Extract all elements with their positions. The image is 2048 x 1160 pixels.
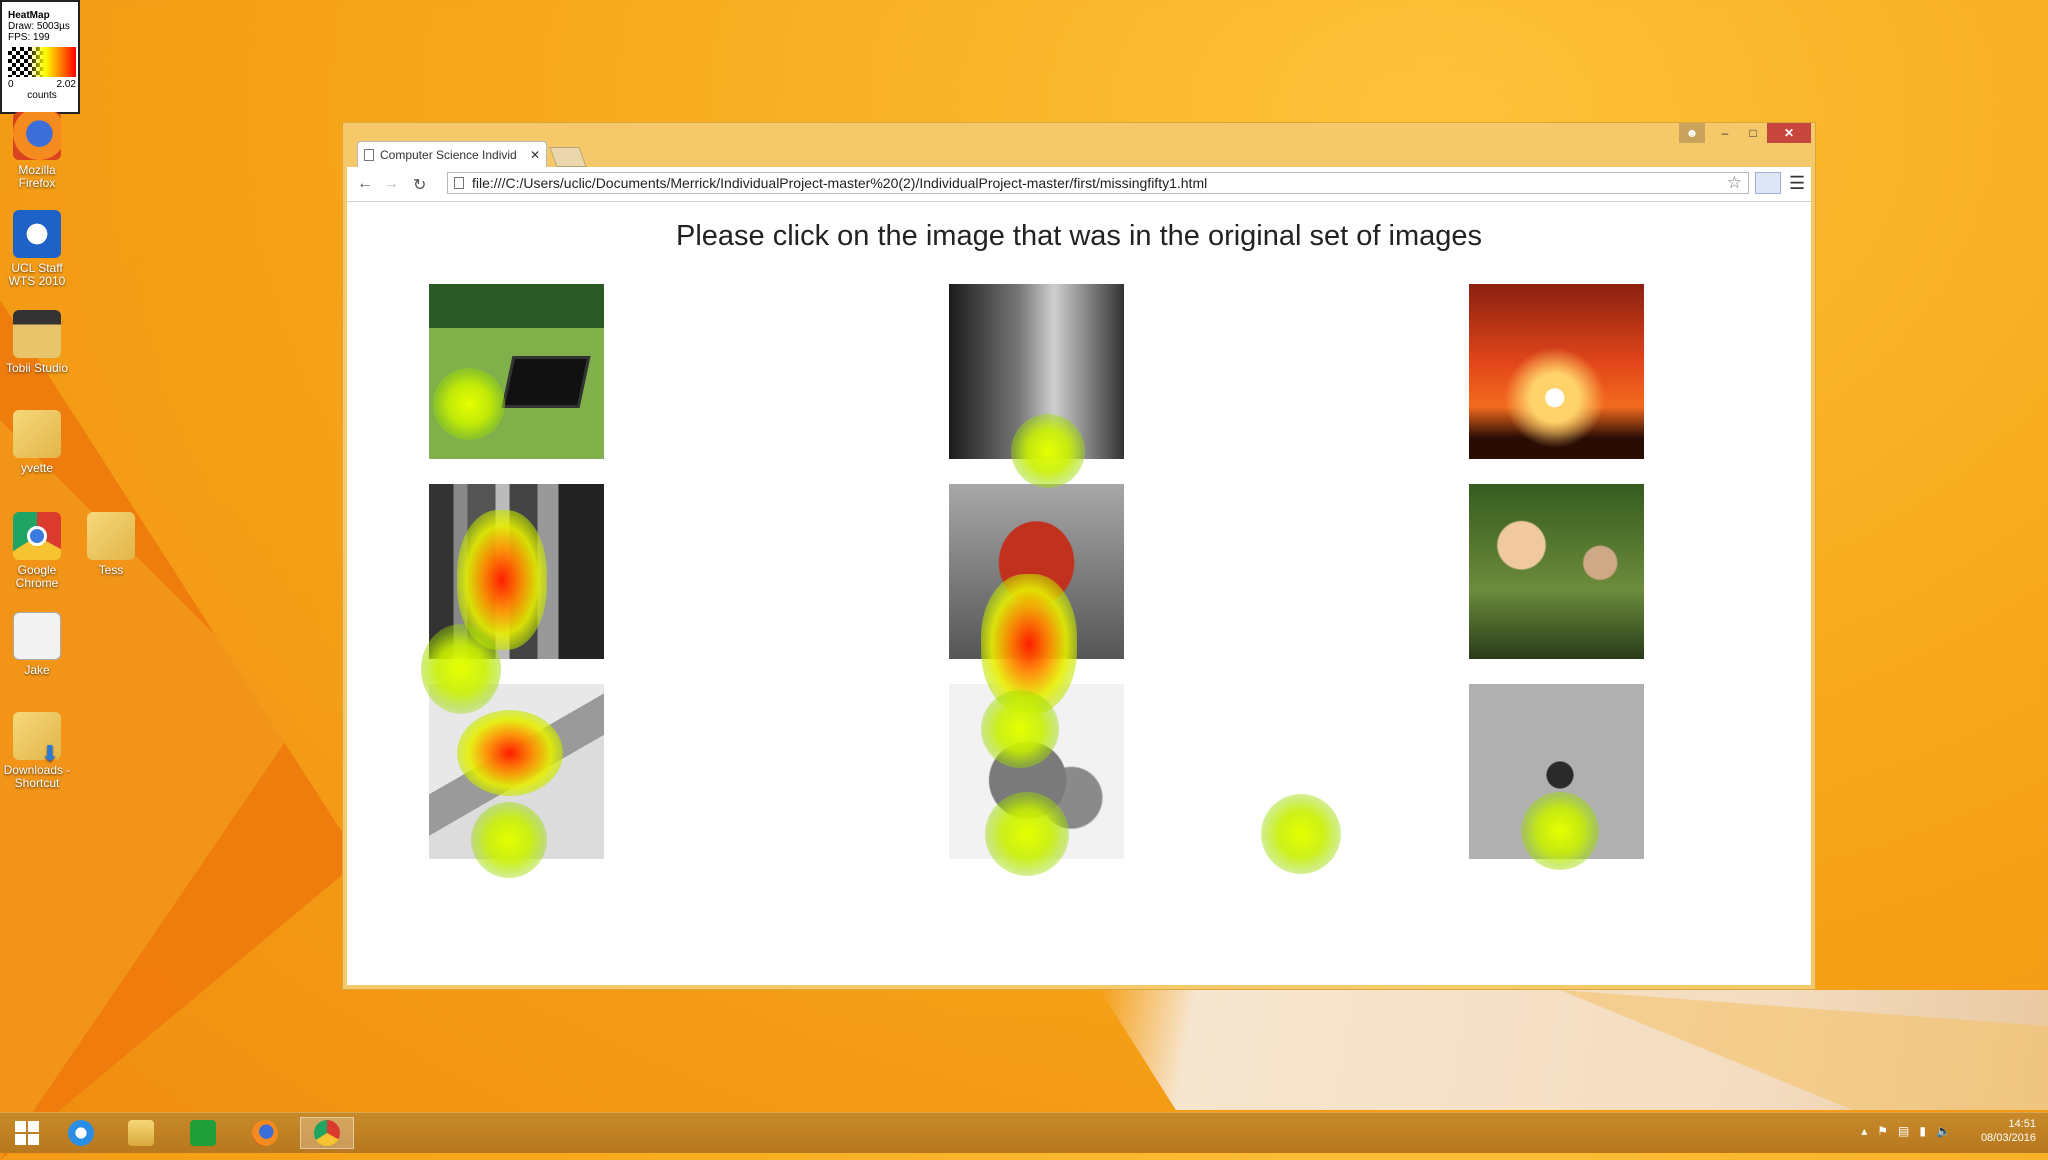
forward-arrow-icon[interactable]: →: [383, 175, 399, 193]
desktop-icon-yvette[interactable]: yvette: [2, 410, 72, 475]
folder-icon: [87, 512, 135, 560]
window-controls: ☻ – □ ✕: [1679, 123, 1811, 143]
desktop-icon-label: Mozilla Firefox: [18, 163, 56, 190]
image-sunset[interactable]: [1469, 284, 1644, 459]
image-city-skyline[interactable]: [429, 484, 604, 659]
minimize-button[interactable]: –: [1711, 123, 1739, 143]
desktop-icon-label: yvette: [20, 461, 53, 475]
desktop-icon-jake[interactable]: Jake: [2, 612, 72, 677]
desktop-icon-tess[interactable]: Tess: [76, 512, 146, 577]
browser-toolbar: ← → ↻ file:///C:/Users/uclic/Documents/M…: [347, 167, 1811, 202]
heatmap-spot: [1261, 794, 1341, 874]
new-tab-button[interactable]: [549, 147, 587, 167]
tab-close-icon[interactable]: ✕: [530, 148, 540, 162]
legend-max: 2.02: [56, 79, 76, 90]
legend-color-scale: [8, 47, 76, 77]
menu-icon[interactable]: ☰: [1789, 173, 1805, 194]
user-icon: ☻: [1685, 126, 1699, 140]
legend-title: HeatMap: [8, 10, 50, 21]
chrome-icon: [13, 512, 61, 560]
heatmap-legend: HeatMap Draw: 5003µs FPS: 199 0 2.02 cou…: [0, 0, 80, 114]
clock-time: 14:51: [2008, 1118, 2036, 1130]
image-bug[interactable]: [1469, 684, 1644, 859]
close-button[interactable]: ✕: [1767, 123, 1811, 143]
desktop-icon-label: Jake: [24, 663, 50, 677]
tab-title: Computer Science Individ: [380, 147, 517, 162]
downloads-folder-icon: [13, 712, 61, 760]
volume-icon[interactable]: 🔈: [1936, 1124, 1951, 1138]
back-arrow-icon[interactable]: ←: [357, 175, 373, 193]
firefox-icon: [13, 112, 61, 160]
bookmark-star-icon[interactable]: ☆: [1727, 173, 1742, 193]
firefox-icon: [252, 1120, 278, 1146]
tobii-studio-icon: [13, 310, 61, 358]
internet-explorer-icon: [68, 1120, 94, 1146]
taskbar-firefox[interactable]: [238, 1117, 292, 1149]
page-icon: [454, 177, 464, 189]
browser-window: ☻ – □ ✕ Computer Science Individ ✕ ← → ↻…: [342, 122, 1816, 990]
image-open-book[interactable]: [429, 684, 604, 859]
desktop-icon-label: Downloads - Shortcut: [3, 763, 71, 790]
desktop-icon-label: Google Chrome: [15, 563, 59, 590]
image-laptop-on-grass[interactable]: [429, 284, 604, 459]
legend-min: 0: [8, 79, 14, 90]
start-icon: [15, 1121, 39, 1145]
desktop-icon-ucl-staff[interactable]: UCL Staff WTS 2010: [2, 210, 72, 288]
desktop-icon-label: Tess: [98, 563, 124, 577]
legend-unit: counts: [27, 90, 57, 101]
desktop-icon-firefox[interactable]: Mozilla Firefox: [2, 112, 72, 190]
maximize-button[interactable]: □: [1739, 123, 1767, 143]
device-icon[interactable]: ▤: [1898, 1124, 1909, 1138]
page-content: Please click on the image that was in th…: [347, 202, 1811, 985]
extension-icon[interactable]: [1755, 172, 1781, 194]
taskbar-internet-explorer[interactable]: [54, 1117, 108, 1149]
network-icon[interactable]: ▮: [1919, 1124, 1926, 1138]
system-tray: ▴ ⚑ ▤ ▮ 🔈 14:51 08/03/2016: [1861, 1117, 2036, 1145]
image-crab[interactable]: [949, 484, 1124, 659]
browser-tab[interactable]: Computer Science Individ ✕: [357, 141, 547, 167]
store-icon: [190, 1120, 216, 1146]
desktop-icon-tobii-studio[interactable]: Tobii Studio: [2, 310, 72, 375]
start-button[interactable]: [0, 1117, 54, 1149]
image-mandarins[interactable]: [949, 684, 1124, 859]
page-icon: [364, 148, 374, 161]
taskbar: ▴ ⚑ ▤ ▮ 🔈 14:51 08/03/2016: [0, 1112, 2048, 1153]
page-heading: Please click on the image that was in th…: [676, 220, 1482, 252]
image-glass-jars[interactable]: [949, 284, 1124, 459]
desktop-icon-label: UCL Staff WTS 2010: [8, 261, 66, 288]
image-toy-figures[interactable]: [1469, 484, 1644, 659]
desktop-background-floor: [1560, 990, 2048, 1110]
show-hidden-icons-icon[interactable]: ▴: [1861, 1124, 1867, 1138]
clock[interactable]: 14:51 08/03/2016: [1981, 1117, 2036, 1145]
taskbar-chrome[interactable]: [300, 1117, 354, 1149]
url-text: file:///C:/Users/uclic/Documents/Merrick…: [472, 175, 1208, 191]
chrome-icon: [314, 1120, 340, 1146]
desktop-icon-label: Tobii Studio: [5, 361, 69, 375]
flag-icon[interactable]: ⚑: [1877, 1124, 1888, 1138]
taskbar-file-explorer[interactable]: [114, 1117, 168, 1149]
reload-icon[interactable]: ↻: [413, 175, 426, 195]
legend-draw-time: Draw: 5003µs: [8, 21, 70, 32]
address-bar[interactable]: file:///C:/Users/uclic/Documents/Merrick…: [447, 172, 1749, 194]
user-profile-button[interactable]: ☻: [1679, 123, 1705, 143]
clock-date: 08/03/2016: [1980, 1132, 2036, 1144]
desktop-icon-chrome[interactable]: Google Chrome: [2, 512, 72, 590]
file-explorer-icon: [128, 1120, 154, 1146]
desktop-background-floor: [1100, 990, 2048, 1110]
legend-fps: FPS: 199: [8, 32, 50, 43]
taskbar-store[interactable]: [176, 1117, 230, 1149]
desktop-icon-downloads[interactable]: Downloads - Shortcut: [2, 712, 72, 790]
folder-icon: [13, 410, 61, 458]
remote-desktop-icon: [13, 210, 61, 258]
document-icon: [13, 612, 61, 660]
